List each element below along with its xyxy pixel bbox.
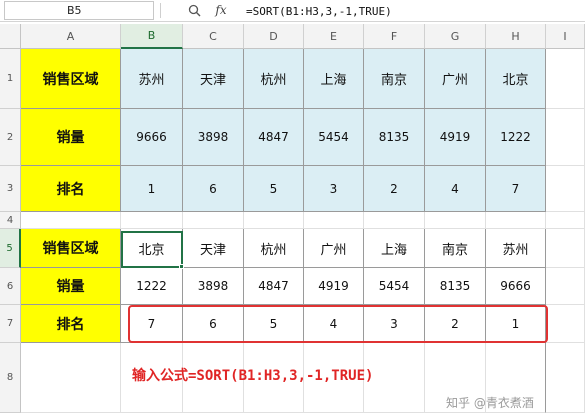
table1-sales-cell[interactable]: 4919 xyxy=(425,109,486,166)
table2-regions-cell[interactable]: 上海 xyxy=(364,229,425,268)
column-header-a[interactable]: A xyxy=(21,24,121,49)
empty-cell[interactable] xyxy=(244,212,304,229)
column-header-d[interactable]: D xyxy=(244,24,304,49)
table1-ranks-cell[interactable]: 4 xyxy=(425,166,486,212)
empty-cell[interactable] xyxy=(546,109,585,166)
empty-cell[interactable] xyxy=(21,343,121,413)
empty-cell[interactable] xyxy=(486,212,546,229)
column-header-g[interactable]: G xyxy=(425,24,486,49)
row-header-1[interactable]: 1 xyxy=(0,49,21,109)
table2-label-cell[interactable]: 销售区域 xyxy=(21,229,121,268)
formula-annotation: 输入公式=SORT(B1:H3,3,-1,TRUE) xyxy=(132,368,374,384)
table1-regions-cell[interactable]: 广州 xyxy=(425,49,486,109)
row-header-7[interactable]: 7 xyxy=(0,305,21,343)
table1-regions-cell[interactable]: 天津 xyxy=(183,49,244,109)
column-header-b[interactable]: B xyxy=(121,24,183,49)
column-header-i[interactable]: I xyxy=(546,24,585,49)
empty-cell[interactable] xyxy=(21,212,121,229)
formula-input[interactable]: =SORT(B1:H3,3,-1,TRUE) xyxy=(246,2,392,20)
table1-sales-cell[interactable]: 8135 xyxy=(364,109,425,166)
fill-handle[interactable] xyxy=(179,264,184,269)
table2-sales-cell[interactable]: 4919 xyxy=(304,268,364,305)
name-box[interactable]: B5 xyxy=(4,1,154,20)
table1-regions-cell[interactable]: 北京 xyxy=(486,49,546,109)
table2-label-cell[interactable]: 销量 xyxy=(21,268,121,305)
table2-regions-cell[interactable]: 杭州 xyxy=(244,229,304,268)
table2-sales-cell[interactable]: 1222 xyxy=(121,268,183,305)
table2-regions-cell[interactable]: 苏州 xyxy=(486,229,546,268)
row-header-2[interactable]: 2 xyxy=(0,109,21,166)
table2-label-cell[interactable]: 排名 xyxy=(21,305,121,343)
table1-sales-cell[interactable]: 1222 xyxy=(486,109,546,166)
column-header-c[interactable]: C xyxy=(183,24,244,49)
table1-sales-cell[interactable]: 4847 xyxy=(244,109,304,166)
table1-ranks-cell[interactable]: 1 xyxy=(121,166,183,212)
empty-cell[interactable] xyxy=(546,229,585,268)
empty-cell[interactable] xyxy=(121,212,183,229)
empty-cell[interactable] xyxy=(546,305,585,343)
formula-bar-separator xyxy=(160,3,161,18)
table1-label-cell[interactable]: 销售区域 xyxy=(21,49,121,109)
row-header-3[interactable]: 3 xyxy=(0,166,21,212)
table1-sales-cell[interactable]: 5454 xyxy=(304,109,364,166)
magnifier-icon[interactable] xyxy=(186,2,202,18)
active-cell-outline xyxy=(121,231,183,268)
table2-regions-cell[interactable]: 广州 xyxy=(304,229,364,268)
table1-ranks-cell[interactable]: 5 xyxy=(244,166,304,212)
table1-regions-cell[interactable]: 南京 xyxy=(364,49,425,109)
empty-cell[interactable] xyxy=(304,212,364,229)
rank-highlight-box xyxy=(128,305,548,343)
row-header-6[interactable]: 6 xyxy=(0,268,21,305)
empty-cell[interactable] xyxy=(546,166,585,212)
select-all-corner[interactable] xyxy=(0,24,21,49)
empty-cell[interactable] xyxy=(546,268,585,305)
table1-ranks-cell[interactable]: 2 xyxy=(364,166,425,212)
table2-regions-cell[interactable]: 南京 xyxy=(425,229,486,268)
table2-sales-cell[interactable]: 9666 xyxy=(486,268,546,305)
fx-icon[interactable]: fx xyxy=(212,1,230,19)
row-header-5[interactable]: 5 xyxy=(0,229,21,268)
row-header-4[interactable]: 4 xyxy=(0,212,21,229)
row-header-8[interactable]: 8 xyxy=(0,343,21,413)
table2-sales-cell[interactable]: 5454 xyxy=(364,268,425,305)
table1-ranks-cell[interactable]: 7 xyxy=(486,166,546,212)
watermark: 知乎 @青衣煮酒 xyxy=(446,395,534,410)
magnifier-icon-glyph xyxy=(188,4,200,16)
empty-cell[interactable] xyxy=(546,212,585,229)
table1-regions-cell[interactable]: 杭州 xyxy=(244,49,304,109)
table1-sales-cell[interactable]: 3898 xyxy=(183,109,244,166)
column-header-h[interactable]: H xyxy=(486,24,546,49)
table2-sales-cell[interactable]: 4847 xyxy=(244,268,304,305)
table1-regions-cell[interactable]: 苏州 xyxy=(121,49,183,109)
empty-cell[interactable] xyxy=(183,212,244,229)
empty-cell[interactable] xyxy=(364,212,425,229)
table1-regions-cell[interactable]: 上海 xyxy=(304,49,364,109)
table1-label-cell[interactable]: 销量 xyxy=(21,109,121,166)
empty-cell[interactable] xyxy=(546,343,585,413)
column-header-e[interactable]: E xyxy=(304,24,364,49)
table2-sales-cell[interactable]: 3898 xyxy=(183,268,244,305)
empty-cell[interactable] xyxy=(425,212,486,229)
table1-ranks-cell[interactable]: 3 xyxy=(304,166,364,212)
table1-sales-cell[interactable]: 9666 xyxy=(121,109,183,166)
table1-label-cell[interactable]: 排名 xyxy=(21,166,121,212)
empty-cell[interactable] xyxy=(546,49,585,109)
table2-sales-cell[interactable]: 8135 xyxy=(425,268,486,305)
table2-regions-cell[interactable]: 天津 xyxy=(183,229,244,268)
formula-bar: B5 fx =SORT(B1:H3,3,-1,TRUE) xyxy=(0,0,585,22)
column-header-f[interactable]: F xyxy=(364,24,425,49)
table1-ranks-cell[interactable]: 6 xyxy=(183,166,244,212)
